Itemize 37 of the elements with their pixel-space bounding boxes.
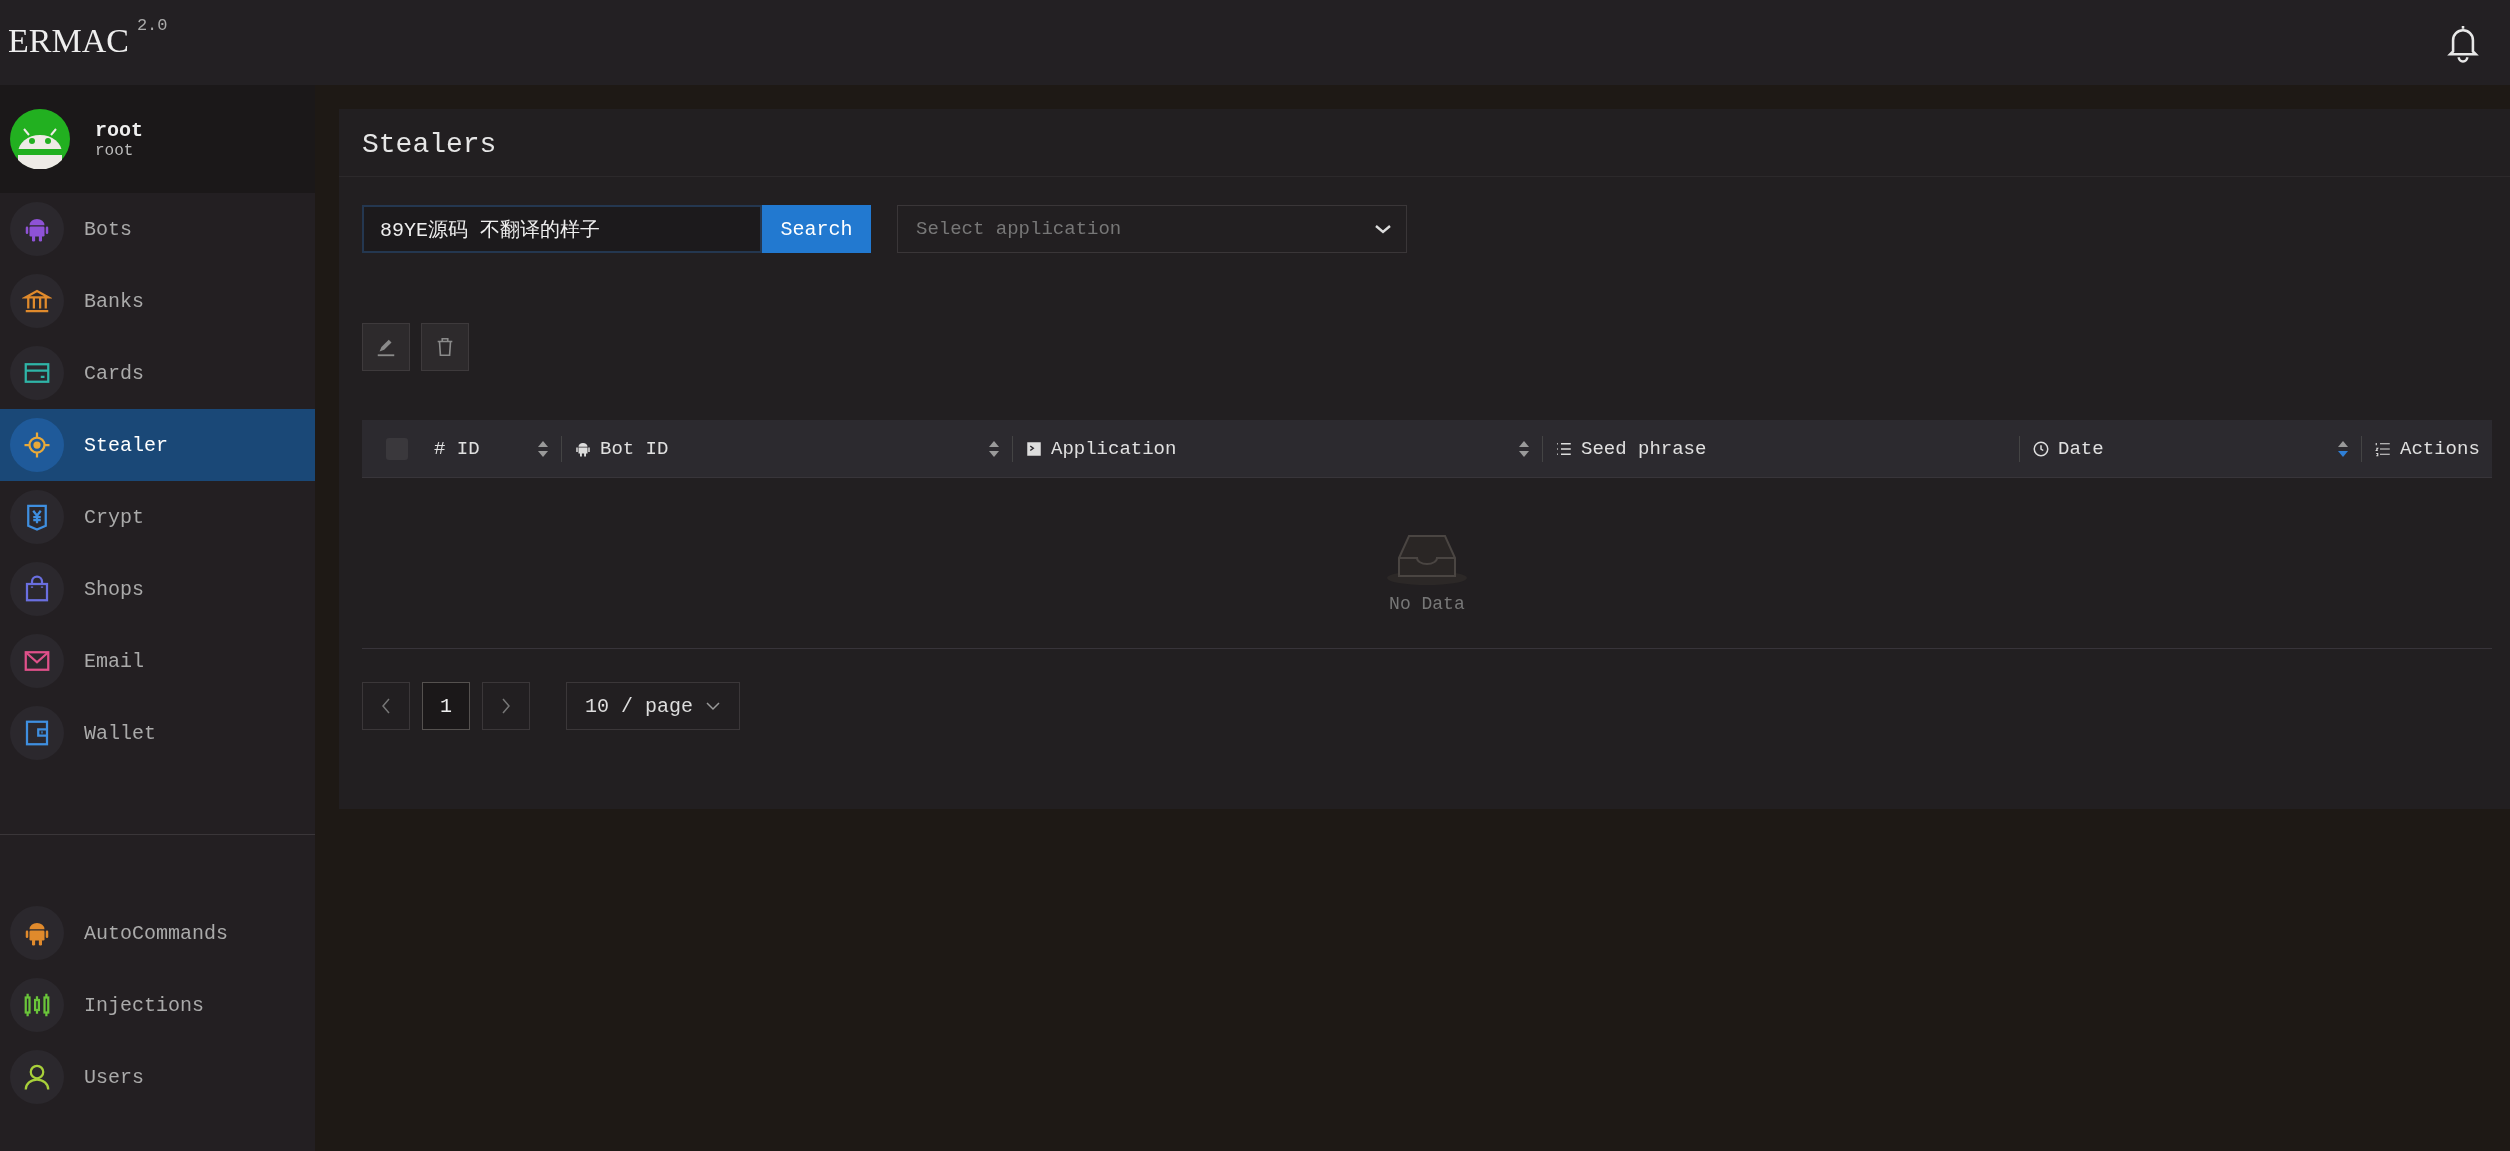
search-button[interactable]: Search: [762, 205, 871, 253]
sidebar-item[interactable]: Banks: [0, 265, 315, 337]
sidebar-item[interactable]: AutoCommands: [0, 897, 315, 969]
column-header[interactable]: Seed phrase: [1555, 437, 1707, 460]
chevron-down-icon: [705, 701, 722, 711]
column-header[interactable]: Bot ID: [574, 437, 669, 460]
delete-button[interactable]: [421, 323, 469, 371]
app-version: 2.0: [136, 16, 168, 35]
page-title: Stealers: [339, 109, 2510, 177]
chevron-down-icon: [1374, 223, 1392, 235]
edit-button[interactable]: [362, 323, 410, 371]
sidebar-item[interactable]: Shops: [0, 553, 315, 625]
sidebar-item[interactable]: Crypt: [0, 481, 315, 553]
avatar-icon: [10, 109, 70, 169]
app-name: ERMAC: [8, 22, 129, 60]
sidebar-item[interactable]: Users: [0, 1041, 315, 1113]
clock-icon: [2032, 439, 2050, 458]
terminal-icon: [1025, 439, 1043, 458]
user-name: root: [95, 118, 143, 142]
sidebar-item[interactable]: Email: [0, 625, 315, 697]
chevron-left-icon: [380, 697, 392, 715]
sidebar-item[interactable]: Wallet: [0, 697, 315, 769]
search-field[interactable]: 89YE源码 不翻译的样子: [362, 205, 762, 253]
column-header[interactable]: Application: [1025, 437, 1177, 460]
empty-message: No Data: [1389, 594, 1465, 614]
column-header[interactable]: Actions: [2374, 437, 2480, 460]
sidebar-item[interactable]: Cards: [0, 337, 315, 409]
page-button[interactable]: 1: [422, 682, 470, 730]
sidebar-item[interactable]: Stealer: [0, 409, 315, 481]
sidebar-item[interactable]: Injections: [0, 969, 315, 1041]
page-size-select[interactable]: 10 / page: [566, 682, 741, 730]
column-header[interactable]: # ID: [434, 437, 480, 460]
user-role: root: [95, 141, 135, 160]
column-header[interactable]: Date: [2032, 437, 2104, 460]
application-select[interactable]: Select application: [897, 205, 1407, 253]
sidebar-item[interactable]: Bots: [0, 193, 315, 265]
chevron-right-icon: [500, 697, 512, 715]
